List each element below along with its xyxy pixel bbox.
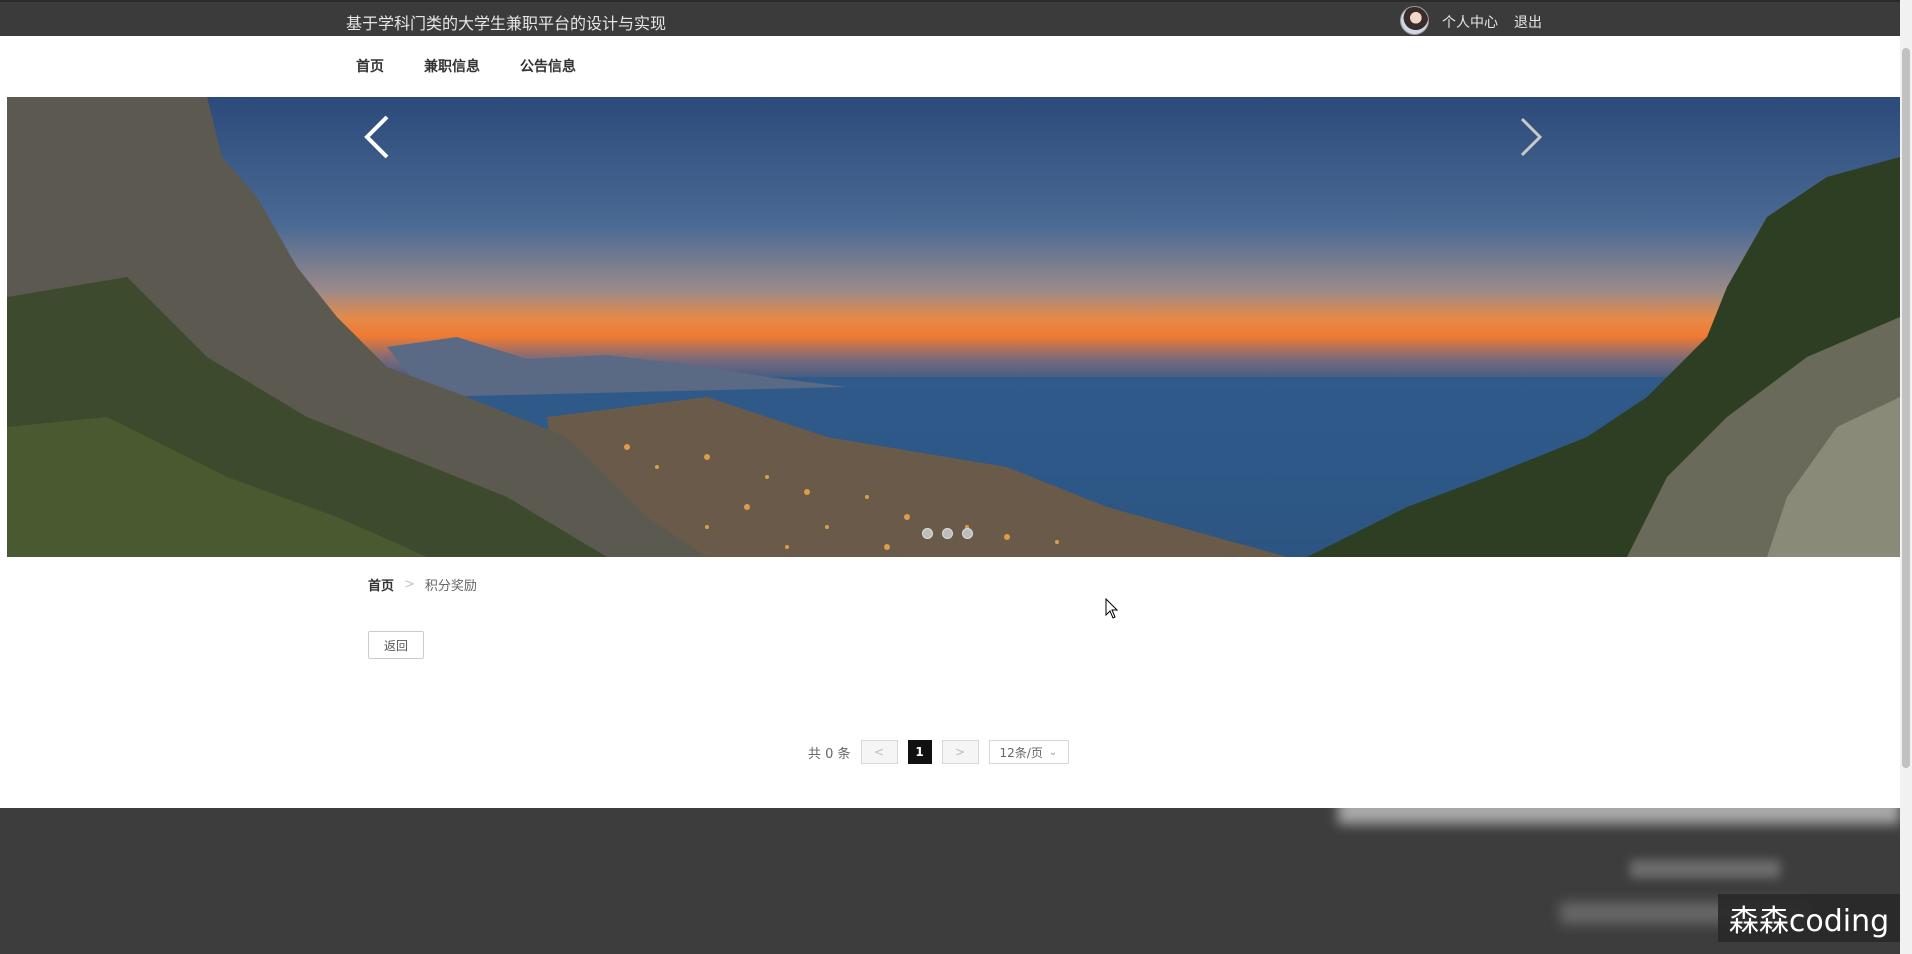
scrollbar-thumb[interactable]: [1902, 48, 1910, 768]
carousel-dot[interactable]: [942, 528, 953, 539]
user-avatar[interactable]: [1400, 6, 1429, 35]
nav-item-home[interactable]: 首页: [356, 56, 384, 76]
main-nav: 首页 兼职信息 公告信息: [0, 36, 1900, 96]
pagination-page-button[interactable]: 1: [907, 740, 932, 764]
pagination-next-button[interactable]: >: [941, 740, 979, 764]
page-size-select[interactable]: 12条/页 ⌄: [988, 740, 1069, 764]
logout-link[interactable]: 退出: [1514, 12, 1542, 32]
top-bar: 基于学科门类的大学生兼职平台的设计与实现 个人中心 退出: [0, 0, 1900, 36]
pagination-prev-button[interactable]: <: [860, 740, 898, 764]
carousel-prev-arrow-icon[interactable]: [352, 97, 402, 177]
breadcrumb-separator: >: [404, 577, 415, 592]
page-scrollbar[interactable]: [1900, 0, 1912, 954]
breadcrumb-home[interactable]: 首页: [368, 575, 394, 594]
mouse-cursor-icon: [1105, 598, 1119, 619]
blurred-overlay: [1338, 764, 1900, 824]
banner-landscape-image: [7, 97, 1900, 557]
nav-item-announcements[interactable]: 公告信息: [520, 56, 576, 76]
breadcrumb-current: 积分奖励: [424, 579, 477, 594]
watermark: 森森coding: [1718, 894, 1900, 942]
back-button[interactable]: 返回: [368, 631, 424, 659]
breadcrumb: 首页 > 积分奖励: [368, 575, 477, 594]
site-title: 基于学科门类的大学生兼职平台的设计与实现: [346, 14, 667, 33]
chevron-down-icon: ⌄: [1048, 746, 1058, 758]
carousel-dot[interactable]: [962, 528, 973, 539]
pagination: 共 0 条 < 1 > 12条/页 ⌄: [808, 740, 1069, 764]
user-center-link[interactable]: 个人中心: [1442, 12, 1498, 32]
carousel-next-arrow-icon[interactable]: [1507, 97, 1557, 177]
carousel-indicators: [922, 528, 973, 539]
page-size-value: 12条/页: [999, 745, 1043, 760]
pagination-total: 共 0 条: [808, 746, 851, 762]
carousel-dot[interactable]: [922, 528, 933, 539]
banner-carousel[interactable]: [7, 97, 1900, 557]
nav-item-part-time-jobs[interactable]: 兼职信息: [424, 56, 480, 76]
